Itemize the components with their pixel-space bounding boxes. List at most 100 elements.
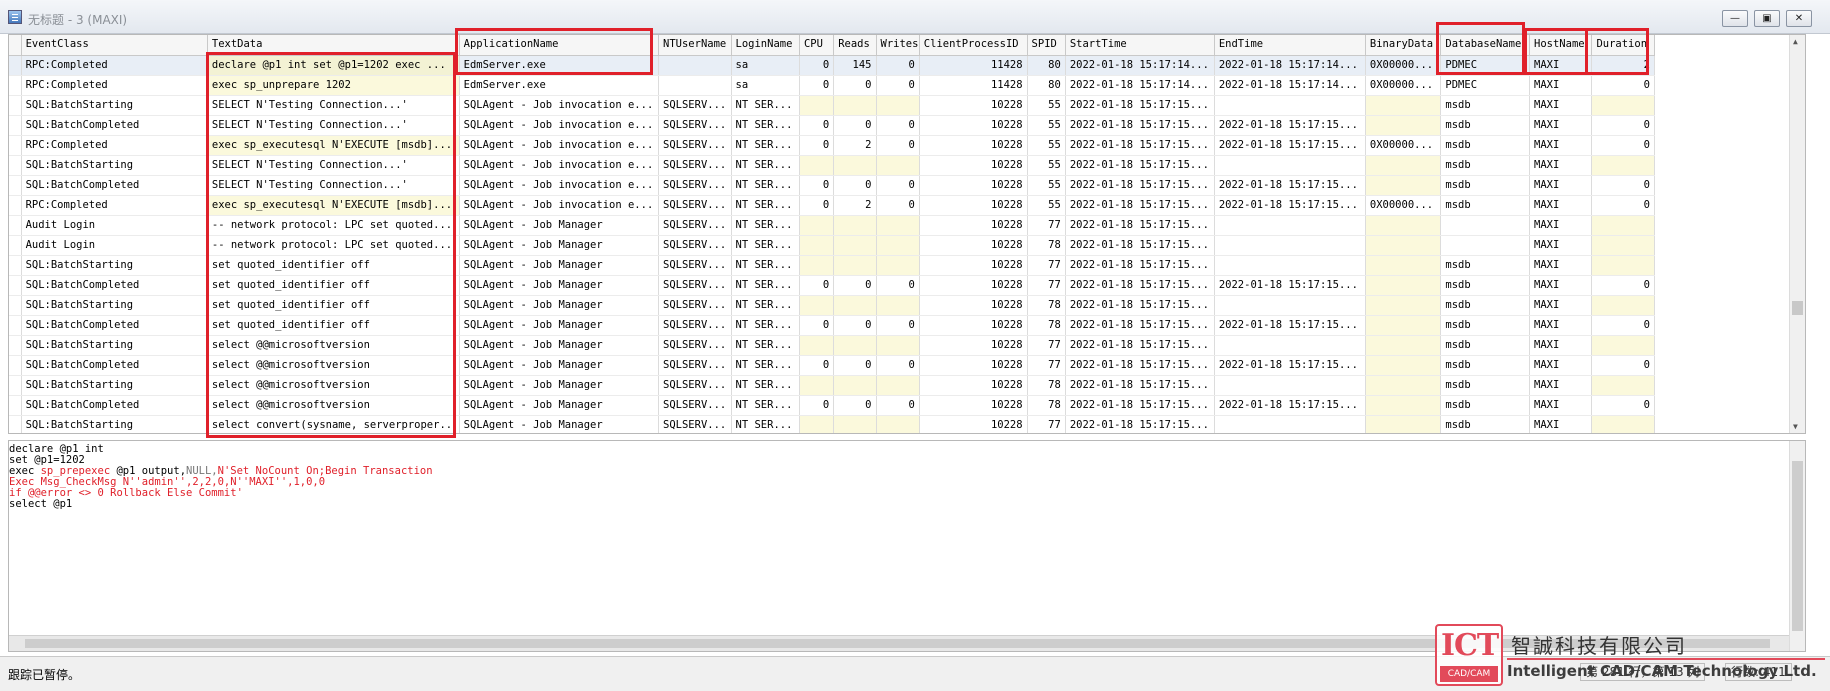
cell-row-indicator <box>9 75 22 96</box>
table-row[interactable]: SQL:BatchCompleted set quoted_identifier… <box>9 275 1655 296</box>
table-row[interactable]: SQL:BatchStarting set quoted_identifier … <box>9 255 1655 276</box>
cell-hostname: MAXI <box>1529 95 1593 116</box>
column-header-row-indicator[interactable] <box>9 35 22 56</box>
table-row[interactable]: SQL:BatchCompleted SELECT N'Testing Conne… <box>9 115 1655 136</box>
cell-clientprocessid: 10228 <box>919 255 1028 276</box>
table-row[interactable]: RPC:Completed exec sp_unprepare 1202 EdmSe… <box>9 75 1655 96</box>
cell-databasename: msdb <box>1440 315 1531 336</box>
minimize-button[interactable]: — <box>1722 10 1748 27</box>
cell-loginname: NT SER... <box>731 155 800 176</box>
cell-eventclass: RPC:Completed <box>21 195 208 216</box>
cell-applicationname: SQLAgent - Job invocation e... <box>459 115 660 136</box>
table-row[interactable]: SQL:BatchStarting select @@microsoftversi… <box>9 375 1655 396</box>
table-row[interactable]: RPC:Completed exec sp_executesql N'EXECUT… <box>9 135 1655 156</box>
cell-reads <box>833 215 877 236</box>
cell-clientprocessid: 10228 <box>919 415 1028 433</box>
cell-reads: 0 <box>833 115 877 136</box>
grid-vertical-scrollbar[interactable]: ▲ ▼ <box>1789 35 1805 433</box>
cell-loginname: NT SER... <box>731 175 800 196</box>
cell-endtime: 2022-01-18 15:17:15... <box>1214 355 1366 376</box>
cell-applicationname: SQLAgent - Job Manager <box>459 255 660 276</box>
column-header-textdata[interactable]: TextData <box>207 35 460 56</box>
column-header-hostname[interactable]: HostName <box>1529 35 1593 56</box>
cell-starttime: 2022-01-18 15:17:15... <box>1065 295 1215 316</box>
table-row[interactable]: RPC:Completed exec sp_executesql N'EXECUT… <box>9 195 1655 216</box>
column-header-endtime[interactable]: EndTime <box>1214 35 1366 56</box>
cell-cpu: 0 <box>799 55 835 76</box>
table-row[interactable]: SQL:BatchStarting SELECT N'Testing Connec… <box>9 95 1655 116</box>
table-row[interactable]: Audit Login -- network protocol: LPC set … <box>9 215 1655 236</box>
cell-writes <box>876 235 920 256</box>
cell-loginname: NT SER... <box>731 335 800 356</box>
cell-clientprocessid: 11428 <box>919 75 1028 96</box>
table-row[interactable]: SQL:BatchCompleted select @@microsoftvers… <box>9 355 1655 376</box>
cell-cpu: 0 <box>799 395 835 416</box>
table-row[interactable]: RPC:Completed declare @p1 int set @p1=120… <box>9 55 1655 76</box>
table-row[interactable]: SQL:BatchCompleted set quoted_identifier… <box>9 315 1655 336</box>
cell-applicationname: EdmServer.exe <box>459 55 660 76</box>
cell-applicationname: SQLAgent - Job Manager <box>459 215 660 236</box>
column-header-loginname[interactable]: LoginName <box>731 35 800 56</box>
column-header-duration[interactable]: Duration <box>1591 35 1655 56</box>
cell-duration: 0 <box>1591 195 1655 216</box>
cell-writes: 0 <box>876 55 920 76</box>
table-row[interactable]: SQL:BatchStarting SELECT N'Testing Connec… <box>9 155 1655 176</box>
cell-writes <box>876 255 920 276</box>
cell-clientprocessid: 10228 <box>919 275 1028 296</box>
column-header-starttime[interactable]: StartTime <box>1065 35 1215 56</box>
cell-ntusername: SQLSERV... <box>658 375 732 396</box>
cell-spid: 78 <box>1027 295 1066 316</box>
cell-cpu <box>799 415 835 433</box>
column-header-binarydata[interactable]: BinaryData <box>1365 35 1442 56</box>
cell-eventclass: SQL:BatchCompleted <box>21 395 208 416</box>
cell-row-indicator <box>9 195 22 216</box>
column-header-eventclass[interactable]: EventClass <box>21 35 208 56</box>
cell-eventclass: SQL:BatchCompleted <box>21 355 208 376</box>
cell-clientprocessid: 10228 <box>919 335 1028 356</box>
cell-writes: 0 <box>876 115 920 136</box>
cell-eventclass: RPC:Completed <box>21 55 208 76</box>
cell-applicationname: SQLAgent - Job invocation e... <box>459 195 660 216</box>
trace-grid[interactable]: EventClass TextData ApplicationName NTUserN… <box>8 34 1806 434</box>
maximize-button[interactable]: ▣ <box>1754 10 1780 27</box>
column-header-reads[interactable]: Reads <box>833 35 877 56</box>
cell-databasename: msdb <box>1440 135 1531 156</box>
cell-binarydata <box>1365 315 1442 336</box>
cell-ntusername: SQLSERV... <box>658 135 732 156</box>
trace-table: EventClass TextData ApplicationName NTUserN… <box>9 35 1655 433</box>
cell-reads: 0 <box>833 395 877 416</box>
cell-applicationname: SQLAgent - Job Manager <box>459 275 660 296</box>
cell-hostname: MAXI <box>1529 355 1593 376</box>
cell-binarydata <box>1365 335 1442 356</box>
window-title: 无标题 - 3 (MAXI) <box>28 13 128 27</box>
cell-cpu <box>799 155 835 176</box>
grid-scroll-thumb[interactable] <box>1792 301 1803 315</box>
cell-clientprocessid: 10228 <box>919 175 1028 196</box>
cell-reads: 0 <box>833 275 877 296</box>
table-row[interactable]: SQL:BatchCompleted SELECT N'Testing Conne… <box>9 175 1655 196</box>
table-row[interactable]: SQL:BatchStarting select @@microsoftversi… <box>9 335 1655 356</box>
scroll-up-icon[interactable]: ▲ <box>1793 37 1798 46</box>
column-header-cpu[interactable]: CPU <box>799 35 835 56</box>
column-header-spid[interactable]: SPID <box>1027 35 1066 56</box>
column-header-ntusername[interactable]: NTUserName <box>658 35 732 56</box>
table-row[interactable]: SQL:BatchStarting select convert(sysname,… <box>9 415 1655 433</box>
column-header-clientprocessid[interactable]: ClientProcessID <box>919 35 1028 56</box>
table-row[interactable]: SQL:BatchCompleted select @@microsoftvers… <box>9 395 1655 416</box>
column-header-databasename[interactable]: DatabaseName <box>1440 35 1531 56</box>
close-button[interactable]: ✕ <box>1786 10 1812 27</box>
cell-starttime: 2022-01-18 15:17:15... <box>1065 335 1215 356</box>
cell-applicationname: SQLAgent - Job invocation e... <box>459 155 660 176</box>
column-header-applicationname[interactable]: ApplicationName <box>459 35 660 56</box>
cell-applicationname: SQLAgent - Job invocation e... <box>459 135 660 156</box>
table-row[interactable]: SQL:BatchStarting set quoted_identifier … <box>9 295 1655 316</box>
cell-loginname: NT SER... <box>731 275 800 296</box>
cell-eventclass: SQL:BatchStarting <box>21 375 208 396</box>
company-watermark: ICT CAD/CAM 智誠科技有限公司 Intelligent CAD/CAM… <box>1435 620 1830 691</box>
cell-endtime: 2022-01-18 15:17:15... <box>1214 175 1366 196</box>
cell-binarydata <box>1365 235 1442 256</box>
column-header-writes[interactable]: Writes <box>876 35 920 56</box>
detail-vscroll-thumb[interactable] <box>1792 461 1803 631</box>
table-row[interactable]: Audit Login -- network protocol: LPC set … <box>9 235 1655 256</box>
scroll-down-icon[interactable]: ▼ <box>1793 422 1798 431</box>
